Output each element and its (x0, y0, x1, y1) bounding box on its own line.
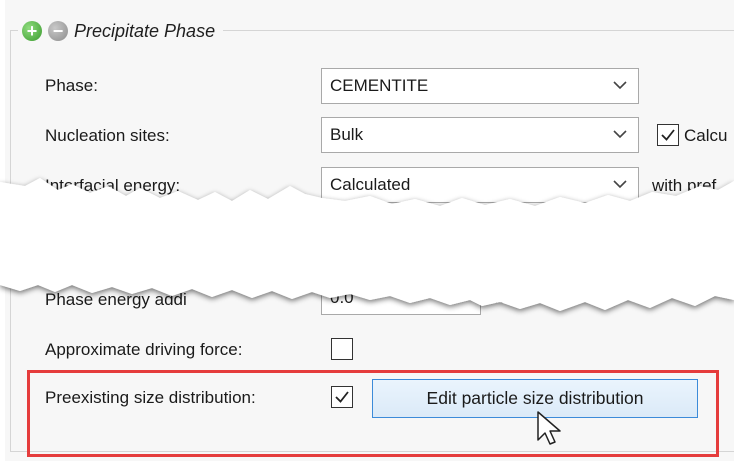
group-header: + − Precipitate Phase (18, 18, 224, 44)
nucleation-select-value: Bulk (330, 125, 364, 144)
phase-energy-input[interactable]: 0.0 (321, 281, 481, 315)
calculate-checkbox[interactable] (657, 124, 679, 146)
interfacial-energy-select[interactable]: Calculated (321, 167, 639, 203)
minus-circle-icon[interactable]: − (48, 21, 68, 41)
checkmark-icon (661, 129, 675, 141)
chevron-down-icon (613, 81, 627, 90)
interfacial-trailing-text: with pref (652, 176, 717, 195)
group-title: Precipitate Phase (74, 20, 216, 41)
chevron-down-icon (613, 130, 627, 139)
interfacial-energy-label: Interfacial energy: (45, 176, 181, 195)
interfacial-energy-value: Calculated (330, 175, 411, 194)
phase-select-value: CEMENTITE (330, 76, 429, 95)
plus-circle-icon[interactable]: + (22, 21, 42, 41)
calculate-checkbox-label: Calcu (684, 126, 728, 145)
phase-energy-value: 0.0 (330, 288, 354, 307)
phase-energy-unit: J/m (487, 288, 515, 307)
phase-select[interactable]: CEMENTITE (321, 68, 639, 104)
chevron-down-icon (613, 180, 627, 189)
approx-driving-force-checkbox[interactable] (331, 338, 353, 360)
nucleation-label: Nucleation sites: (45, 126, 170, 145)
highlight-box (27, 370, 719, 457)
mouse-pointer-icon (537, 411, 561, 445)
phase-label: Phase: (45, 76, 98, 95)
phase-energy-label: Phase energy addi (45, 290, 187, 309)
nucleation-select[interactable]: Bulk (321, 117, 639, 153)
approx-driving-force-label: Approximate driving force: (45, 340, 243, 359)
